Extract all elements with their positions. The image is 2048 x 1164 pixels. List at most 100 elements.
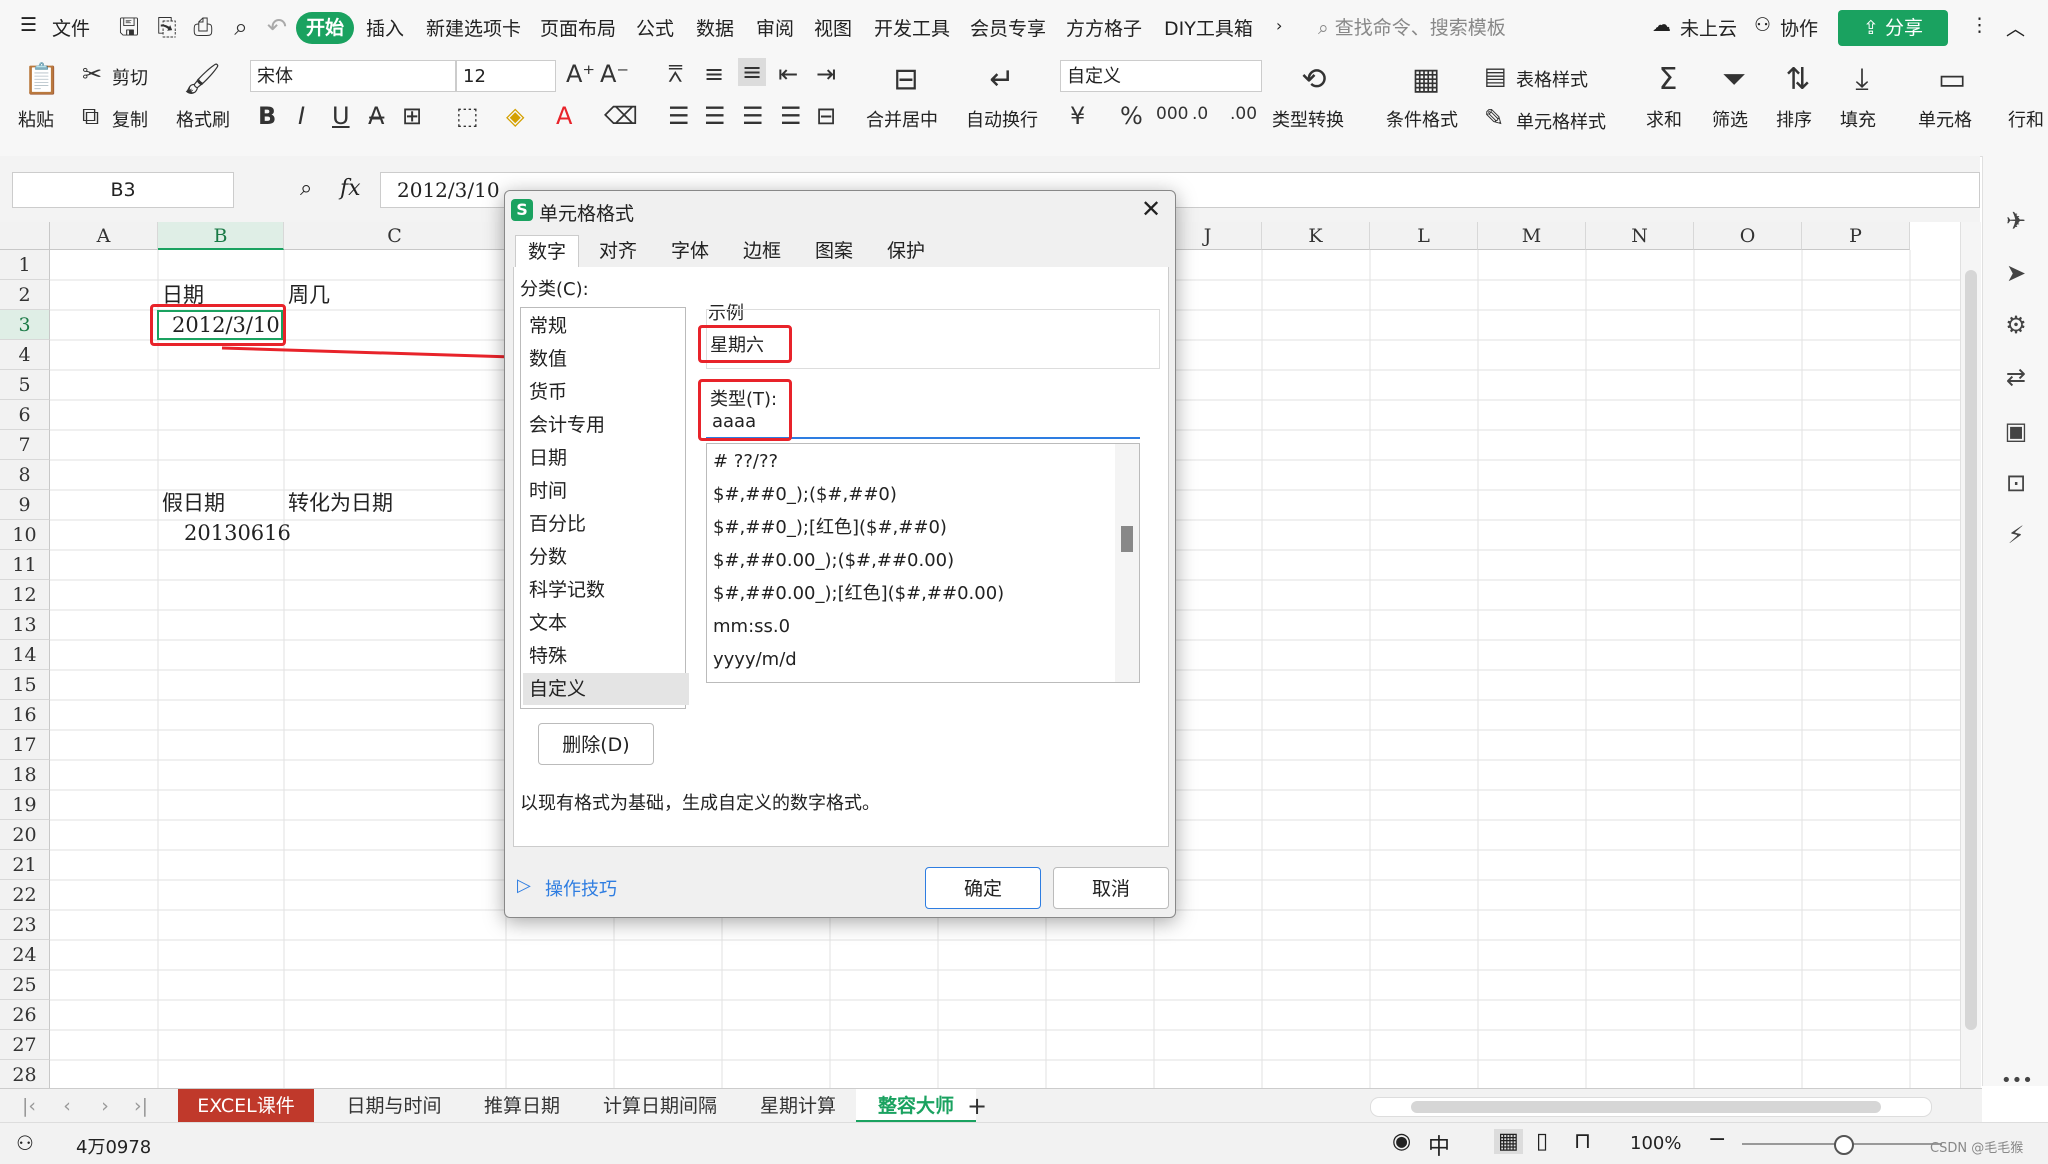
increase-decimal-icon[interactable]: .0 (1192, 104, 1208, 124)
file-menu[interactable]: 文件 (52, 14, 90, 41)
row-header-22[interactable]: 22 (0, 880, 50, 910)
row-header-23[interactable]: 23 (0, 910, 50, 940)
table-style-icon[interactable]: ▤ (1484, 62, 1507, 90)
sheet-tab-datetime[interactable]: 日期与时间 (324, 1089, 464, 1123)
share-button[interactable]: ⇪ 分享 (1838, 10, 1948, 46)
row-header-25[interactable]: 25 (0, 970, 50, 1000)
hamburger-icon[interactable]: ☰ (20, 14, 37, 36)
format-list-scroll-thumb[interactable] (1121, 526, 1133, 552)
vertical-scroll-thumb[interactable] (1965, 270, 1977, 1030)
last-sheet-icon[interactable]: ›| (130, 1089, 152, 1123)
horizontal-scroll-thumb[interactable] (1411, 1101, 1881, 1113)
indent-decrease-icon[interactable]: ⇤ (778, 60, 798, 88)
sheet-tab-weekday[interactable]: 星期计算 (740, 1089, 856, 1123)
column-header-b[interactable]: B (158, 222, 284, 250)
format-item[interactable]: mm:ss.0 (713, 611, 790, 643)
fill-color-icon[interactable]: ◈ (506, 102, 524, 130)
filter-button[interactable]: 筛选 (1712, 106, 1748, 132)
column-header-k[interactable]: K (1262, 222, 1370, 250)
category-item[interactable]: 时间 (527, 475, 689, 507)
undo-icon[interactable]: ↶ (262, 12, 292, 42)
filter-icon[interactable]: ⏷ (1712, 62, 1756, 97)
format-item[interactable]: yyyy/m/d (713, 644, 797, 676)
fill-icon[interactable]: ⤓ (1840, 62, 1884, 97)
settings-sliders-icon[interactable]: ⚙ (2001, 310, 2031, 340)
fill-button[interactable]: 填充 (1840, 106, 1876, 132)
align-bottom-icon[interactable]: ≡ (738, 58, 767, 86)
format-item[interactable]: $#,##0_);($#,##0) (713, 479, 897, 511)
close-icon[interactable]: ✕ (1141, 195, 1161, 223)
category-item[interactable]: 文本 (527, 607, 689, 639)
row-header-7[interactable]: 7 (0, 430, 50, 460)
language-icon[interactable]: 中 (1428, 1129, 1450, 1161)
name-box[interactable]: B3 (12, 172, 234, 208)
border-icon[interactable]: ⊞ (402, 102, 422, 130)
row-header-8[interactable]: 8 (0, 460, 50, 490)
sheet-tab-interval[interactable]: 计算日期间隔 (580, 1089, 740, 1123)
row-header-1[interactable]: 1 (0, 250, 50, 280)
align-top-icon[interactable]: ⩞ (668, 60, 683, 88)
collab-label[interactable]: 协作 (1780, 14, 1818, 41)
category-item[interactable]: 日期 (527, 442, 689, 474)
tab-border[interactable]: 边框 (731, 235, 793, 267)
format-painter-button[interactable]: 格式刷 (176, 106, 230, 132)
sheet-tab-calc-date[interactable]: 推算日期 (464, 1089, 580, 1123)
category-item[interactable]: 货币 (527, 376, 689, 408)
tab-developer[interactable]: 开发工具 (874, 14, 950, 41)
tips-link[interactable]: 操作技巧 (545, 875, 617, 901)
category-item[interactable]: 数值 (527, 343, 689, 375)
row-header-19[interactable]: 19 (0, 790, 50, 820)
merge-center-button[interactable]: 合并居中 (866, 106, 938, 132)
first-sheet-icon[interactable]: |‹ (18, 1089, 40, 1123)
print-icon[interactable]: ⎙ (188, 12, 218, 42)
align-right-icon[interactable]: ☰ (742, 102, 764, 130)
tab-new[interactable]: 新建选项卡 (426, 14, 521, 41)
eraser-icon[interactable]: ⌫ (604, 102, 638, 130)
category-item[interactable]: 自定义 (523, 673, 689, 705)
row-header-13[interactable]: 13 (0, 610, 50, 640)
font-shrink-icon[interactable]: A⁻ (600, 60, 629, 88)
underline-icon[interactable]: U (332, 102, 350, 130)
cell-style-button[interactable]: 单元格样式 (1516, 108, 1606, 134)
row-header-24[interactable]: 24 (0, 940, 50, 970)
book-search-icon[interactable]: ⊡ (2001, 468, 2031, 498)
page-view-icon[interactable]: ▯ (1536, 1129, 1548, 1154)
tab-page-layout[interactable]: 页面布局 (540, 14, 616, 41)
fx-icon[interactable]: fx (340, 176, 361, 201)
save-icon[interactable]: 🖫 (114, 12, 144, 42)
tab-start[interactable]: 开始 (296, 12, 354, 44)
distribute-icon[interactable]: ⊟ (816, 102, 836, 130)
column-header-p[interactable]: P (1802, 222, 1910, 250)
tab-diy[interactable]: DIY工具箱 (1164, 14, 1253, 41)
cloud-icon[interactable]: ☁ (1652, 14, 1671, 36)
cancel-button[interactable]: 取消 (1053, 867, 1169, 909)
sum-button[interactable]: 求和 (1646, 106, 1682, 132)
format-item[interactable]: $#,##0.00_);[红色]($#,##0.00) (713, 578, 1004, 610)
tab-fangfang[interactable]: 方方格子 (1066, 14, 1142, 41)
font-name-select[interactable]: 宋体 (250, 60, 456, 92)
table-style-button[interactable]: 表格样式 (1516, 66, 1588, 92)
column-header-a[interactable]: A (50, 222, 158, 250)
category-item[interactable]: 会计专用 (527, 409, 689, 441)
row-header-10[interactable]: 10 (0, 520, 50, 550)
format-item[interactable]: $#,##0.00_);($#,##0.00) (713, 545, 954, 577)
row-header-28[interactable]: 28 (0, 1060, 50, 1088)
format-list[interactable]: # ??/?? $#,##0_);($#,##0) $#,##0_);[红色]($#… (706, 443, 1140, 683)
image-icon[interactable]: ▣ (2001, 416, 2031, 446)
zoom-level[interactable]: 100% (1630, 1133, 1681, 1154)
type-convert-icon[interactable]: ⟲ (1292, 62, 1336, 97)
align-middle-icon[interactable]: ≡ (704, 60, 724, 88)
paste-icon[interactable]: 📋 (20, 62, 64, 97)
row-header-14[interactable]: 14 (0, 640, 50, 670)
horizontal-scrollbar[interactable] (1370, 1097, 1932, 1117)
macro-icon[interactable]: ⚇ (16, 1131, 34, 1155)
cell-icon[interactable]: ▭ (1930, 62, 1974, 97)
justify-icon[interactable]: ☰ (780, 102, 802, 130)
more-icon[interactable]: ⋮ (1970, 14, 1989, 36)
sheet-tab-active[interactable]: 整容大师 (856, 1089, 976, 1123)
tab-number[interactable]: 数字 (515, 235, 579, 268)
indent-increase-icon[interactable]: ⇥ (816, 60, 836, 88)
merge-center-icon[interactable]: ⊟ (884, 62, 928, 97)
collapse-ribbon-icon[interactable]: ︿ (2006, 14, 2025, 41)
cell-button[interactable]: 单元格 (1918, 106, 1972, 132)
